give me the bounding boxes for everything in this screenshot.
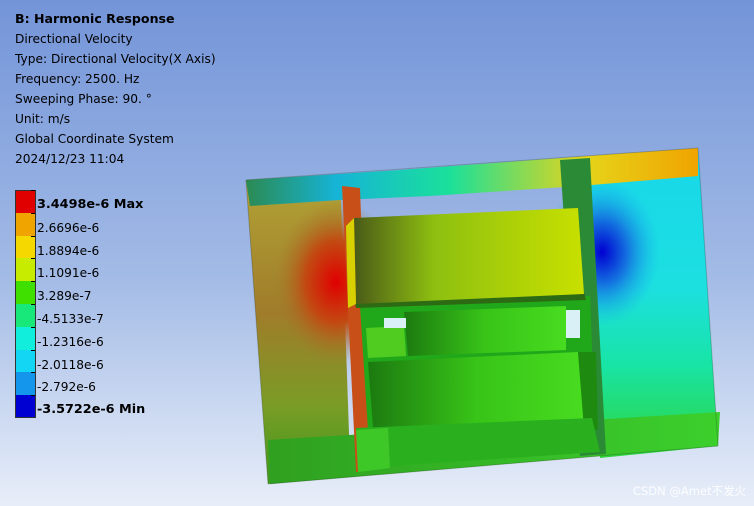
watermark: CSDN @Amet不发火 xyxy=(632,484,746,498)
middle-block xyxy=(404,306,566,356)
fea-model xyxy=(245,147,720,485)
gap-slot-right xyxy=(566,310,580,338)
gap-slot xyxy=(384,318,406,328)
upper-bar xyxy=(354,208,584,304)
base-left-tab xyxy=(356,428,390,472)
middle-block-left xyxy=(366,326,406,358)
fea-model-viewport[interactable] xyxy=(0,0,754,506)
